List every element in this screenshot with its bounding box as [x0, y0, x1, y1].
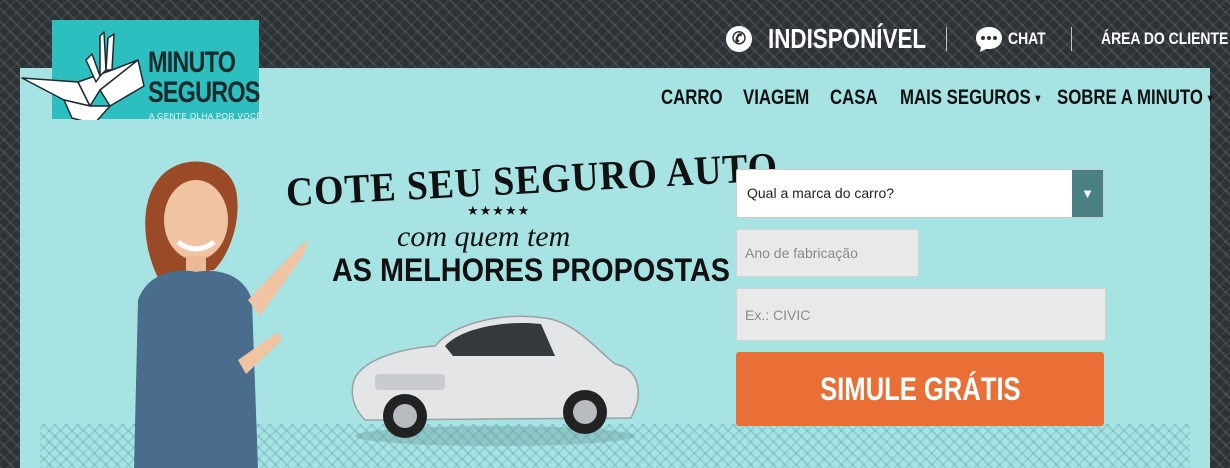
brand-name-line1: MINUTO [148, 46, 236, 79]
chat-bubble-icon[interactable] [975, 25, 1003, 53]
origami-crane-icon [21, 31, 145, 120]
simulate-button-label: SIMULE GRÁTIS [819, 370, 1021, 407]
caret-down-icon: ▾ [1035, 91, 1041, 106]
caret-down-icon: ▾ [1207, 91, 1213, 106]
phone-status: INDISPONÍVEL [768, 23, 927, 54]
brand-name-line2: SEGUROS [148, 76, 260, 109]
simulate-button[interactable]: SIMULE GRÁTIS [736, 352, 1104, 426]
hero-headline-mid: com quem tem [397, 220, 571, 253]
silver-car-image [351, 315, 639, 446]
rating-stars-icon: ★★★★★ [467, 203, 531, 218]
nav-item-viagem[interactable]: VIAGEM [743, 86, 809, 110]
model-input[interactable] [736, 288, 1106, 341]
client-area-link[interactable]: ÁREA DO CLIENTE [1101, 28, 1228, 50]
chat-link[interactable]: CHAT [1008, 28, 1046, 50]
car-brand-select[interactable]: Qual a marca do carro? ▼ [736, 169, 1104, 218]
chevron-down-icon[interactable]: ▼ [1072, 170, 1103, 217]
nav-item-casa[interactable]: CASA [830, 86, 878, 110]
phone-icon: ✆ [726, 26, 752, 52]
nav-item-carro[interactable]: CARRO [661, 86, 723, 110]
divider [946, 27, 947, 51]
nav-item-mais-seguros[interactable]: MAIS SEGUROS ▾ [900, 86, 1040, 110]
woman-pointing-image [134, 161, 308, 468]
divider [1071, 27, 1072, 51]
nav-item-sobre-a-minuto[interactable]: SOBRE A MINUTO ▾ [1057, 86, 1213, 110]
car-brand-select-value: Qual a marca do carro? [747, 185, 895, 201]
hero-headline-bottom: AS MELHORES PROPOSTAS [332, 252, 730, 288]
brand-tagline: A GENTE OLHA POR VOCÊ [149, 112, 263, 121]
brand-logo[interactable]: MINUTO SEGUROS A GENTE OLHA POR VOCÊ [21, 20, 263, 121]
year-input[interactable] [736, 229, 919, 277]
